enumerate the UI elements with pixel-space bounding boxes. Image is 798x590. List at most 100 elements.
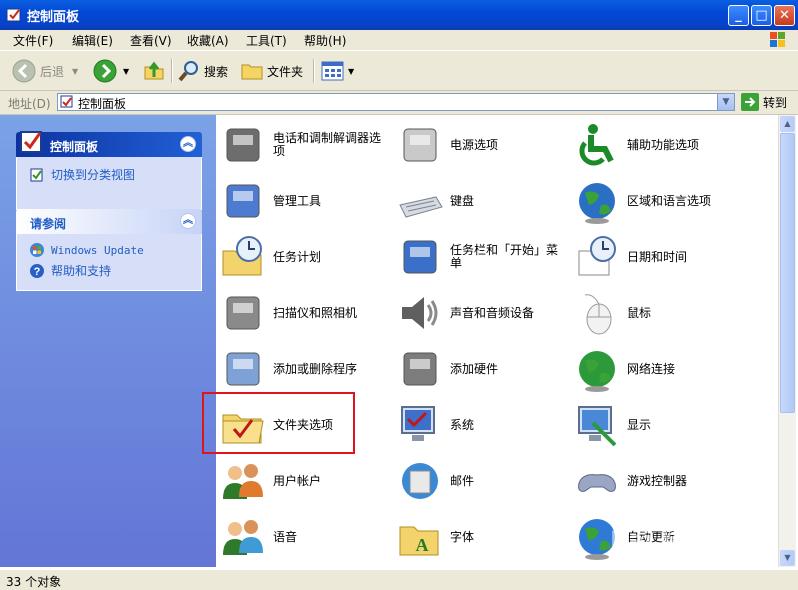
category-view-icon	[30, 168, 43, 181]
switch-category-view-label: 切换到分类视图	[51, 168, 136, 182]
menu-file[interactable]: 文件(F)	[13, 32, 53, 49]
vertical-scrollbar[interactable]: ▲ ▼	[778, 115, 796, 567]
control-panel-item[interactable]: 添加或删除程序	[219, 345, 391, 393]
search-icon	[178, 61, 198, 82]
control-panel-item[interactable]: 网络连接	[573, 345, 745, 393]
item-label: 电源选项	[450, 137, 499, 152]
highlight-box	[202, 392, 355, 454]
address-dropdown-icon[interactable]: ▼	[717, 94, 734, 110]
mouse-icon	[584, 294, 612, 335]
control-panel-item[interactable]: A 字体	[396, 513, 568, 561]
up-folder-icon	[144, 61, 164, 80]
phone-modem-icon	[226, 128, 260, 162]
item-label: 管理工具	[273, 193, 322, 208]
control-panel-item[interactable]: 鼠标	[573, 289, 745, 337]
control-panel-item[interactable]: 显示	[573, 401, 745, 449]
search-button[interactable]: 搜索	[177, 58, 228, 84]
windows-logo-icon	[770, 32, 785, 47]
power-options-icon	[403, 128, 437, 162]
control-panel-item[interactable]: 声音和音频设备	[396, 289, 568, 337]
item-label: 任务计划	[273, 249, 322, 264]
control-panel-item[interactable]: 管理工具	[219, 177, 391, 225]
control-panel-item[interactable]: 添加硬件	[396, 345, 568, 393]
control-panel-item[interactable]: 键盘	[396, 177, 568, 225]
collapse-icon[interactable]: ︽	[180, 136, 196, 152]
windows-update-link[interactable]: Windows Update	[29, 242, 144, 258]
item-label: 任务栏和「开始」菜单	[450, 243, 559, 270]
forward-button[interactable]: ▼	[93, 58, 129, 84]
views-icon	[321, 61, 344, 81]
menu-bar: 文件(F) 编辑(E) 查看(V) 收藏(A) 工具(T) 帮助(H)	[0, 30, 798, 51]
back-dropdown-icon[interactable]: ▼	[72, 67, 78, 76]
scroll-thumb[interactable]	[780, 133, 795, 413]
title-bar[interactable]: 控制面板 _ □ ✕	[0, 0, 798, 30]
see-also-section: 请参阅 ︽ Windows Update ? 帮助和支持	[16, 209, 202, 291]
search-label: 搜索	[204, 64, 229, 79]
control-panel-item[interactable]: 区域和语言选项	[573, 177, 745, 225]
menu-tools[interactable]: 工具(T)	[246, 32, 287, 49]
minimize-button[interactable]: _	[728, 5, 749, 26]
scroll-down-icon[interactable]: ▼	[780, 550, 795, 566]
close-button[interactable]: ✕	[774, 5, 795, 26]
control-panel-item[interactable]: 系统	[396, 401, 568, 449]
control-panel-icon	[60, 95, 73, 108]
go-arrow-icon	[741, 93, 759, 111]
folders-button[interactable]: 文件夹	[240, 58, 303, 84]
control-panel-item[interactable]: 用户帐户	[219, 457, 391, 505]
item-label: 字体	[450, 529, 475, 544]
network-connections-icon	[579, 351, 615, 392]
game-controllers-icon	[578, 474, 616, 492]
forward-dropdown-icon[interactable]: ▼	[123, 67, 129, 76]
windows-update-label: Windows Update	[51, 243, 144, 257]
keyboard-icon	[399, 196, 443, 218]
watermark-url: jingyan.baidu.com	[640, 552, 733, 563]
item-label: 键盘	[450, 193, 475, 208]
control-panel-item[interactable]: 电话和调制解调器选项	[219, 121, 391, 169]
control-panel-item[interactable]: 辅助功能选项	[573, 121, 745, 169]
section-title: 请参阅	[30, 217, 67, 231]
item-label: 日期和时间	[627, 249, 688, 264]
back-label: 后退	[40, 64, 65, 79]
views-button[interactable]: ▼	[321, 58, 354, 84]
menu-favorites[interactable]: 收藏(A)	[187, 32, 229, 49]
control-panel-item[interactable]: 电源选项	[396, 121, 568, 169]
control-panel-item[interactable]: 任务栏和「开始」菜单	[396, 233, 568, 281]
control-panel-item[interactable]: 语音	[219, 513, 391, 561]
item-label: 声音和音频设备	[450, 305, 535, 320]
back-button[interactable]: 后退 ▼	[12, 58, 78, 84]
explorer-window: 控制面板 _ □ ✕ 文件(F) 编辑(E) 查看(V) 收藏(A) 工具(T)…	[0, 0, 798, 590]
item-label: 电话和调制解调器选项	[273, 131, 382, 158]
go-label: 转到	[763, 95, 788, 110]
item-label: 显示	[627, 417, 652, 432]
go-button[interactable]: 转到	[741, 93, 787, 111]
control-panel-item[interactable]: 邮件	[396, 457, 568, 505]
control-panel-item[interactable]: 扫描仪和照相机	[219, 289, 391, 337]
control-panel-item[interactable]: 任务计划	[219, 233, 391, 281]
help-support-link[interactable]: ? 帮助和支持	[29, 262, 111, 279]
up-button[interactable]	[142, 58, 166, 84]
address-input[interactable]: 控制面板 ▼	[57, 93, 735, 111]
menu-edit[interactable]: 编辑(E)	[72, 32, 113, 49]
control-panel-icon	[20, 131, 42, 153]
window-title: 控制面板	[27, 10, 80, 25]
display-icon	[578, 406, 617, 447]
collapse-icon[interactable]: ︽	[180, 213, 196, 229]
switch-category-view-link[interactable]: 切换到分类视图	[29, 166, 135, 183]
section-header[interactable]: 控制面板 ︽	[16, 131, 202, 157]
item-label: 网络连接	[627, 361, 676, 376]
menu-help[interactable]: 帮助(H)	[304, 32, 346, 49]
speech-icon	[223, 520, 263, 555]
section-header[interactable]: 请参阅 ︽	[16, 209, 202, 234]
item-label: 添加硬件	[450, 361, 499, 376]
maximize-button[interactable]: □	[751, 5, 772, 26]
control-panel-item[interactable]: 日期和时间	[573, 233, 745, 281]
control-panel-item[interactable]: 游戏控制器	[573, 457, 745, 505]
windows-update-icon	[30, 243, 44, 257]
scroll-up-icon[interactable]: ▲	[780, 116, 795, 132]
menu-view[interactable]: 查看(V)	[130, 32, 172, 49]
system-icon	[401, 406, 435, 441]
watermark-brand: Bai 经验	[610, 526, 710, 554]
item-label: 游戏控制器	[627, 473, 688, 488]
item-label: 语音	[273, 529, 298, 544]
date-time-icon	[578, 236, 616, 276]
